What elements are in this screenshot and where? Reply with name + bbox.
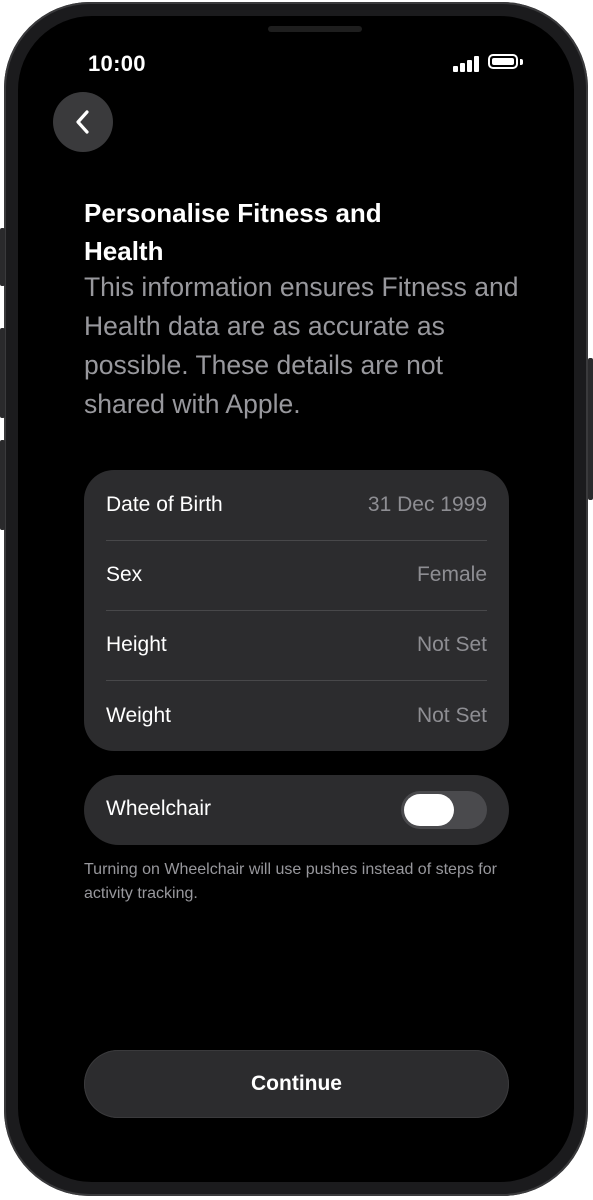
row-label: Sex <box>106 563 143 586</box>
wheelchair-footnote: Turning on Wheelchair will use pushes in… <box>84 861 497 902</box>
personal-details-card: Date of Birth 31 Dec 1999 Sex Female Hei… <box>84 470 509 751</box>
status-time: 10:00 <box>88 51 146 76</box>
row-value: Not Set <box>416 704 487 727</box>
speaker-grille <box>268 26 362 32</box>
row-label: Weight <box>106 704 171 727</box>
battery-full-icon <box>488 54 518 69</box>
continue-button[interactable]: Continue <box>84 1050 509 1118</box>
page-title: Personalise Fitness and Health <box>84 198 382 266</box>
row-value: 31 Dec 1999 <box>367 493 487 516</box>
wheelchair-toggle[interactable] <box>401 791 487 829</box>
chevron-left-icon <box>76 110 89 134</box>
back-button[interactable] <box>53 92 113 152</box>
battery-tip <box>520 59 523 65</box>
row-value: Not Set <box>416 633 487 656</box>
side-button <box>588 358 593 500</box>
row-value: Female <box>416 563 487 586</box>
row-label: Date of Birth <box>106 493 223 516</box>
row-sex[interactable]: Sex Female <box>106 540 487 610</box>
volume-up-button <box>0 328 5 418</box>
row-label: Height <box>106 633 167 656</box>
cellular-signal-icon <box>453 56 481 72</box>
volume-down-button <box>0 440 5 530</box>
page-description: This information ensures Fitness and Hea… <box>84 272 519 419</box>
wheelchair-card: Wheelchair <box>84 775 509 845</box>
mute-switch <box>0 228 5 286</box>
row-date-of-birth[interactable]: Date of Birth 31 Dec 1999 <box>106 470 487 540</box>
row-height[interactable]: Height Not Set <box>106 610 487 680</box>
row-weight[interactable]: Weight Not Set <box>106 681 487 751</box>
screen: 10:00 Personalise Fitness and Health Thi… <box>18 16 574 1182</box>
toggle-knob <box>404 794 454 826</box>
wheelchair-label: Wheelchair <box>106 797 212 820</box>
